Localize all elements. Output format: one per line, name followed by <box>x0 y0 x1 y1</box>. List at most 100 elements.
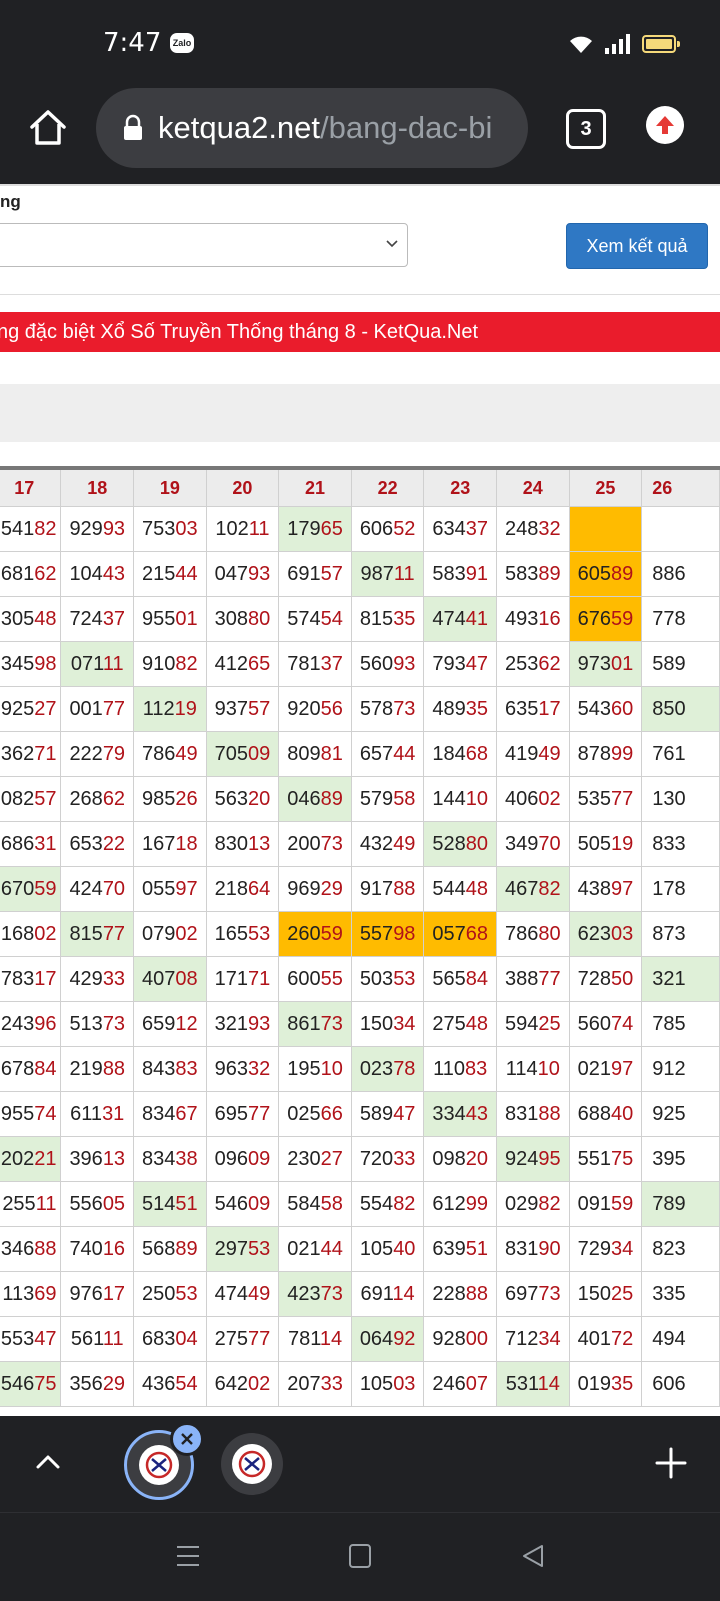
result-cell: 79347 <box>423 641 498 687</box>
result-cell: 92527 <box>0 686 62 732</box>
view-results-button[interactable]: Xem kết quả <box>566 223 708 269</box>
result-cell: 55605 <box>60 1181 135 1227</box>
form-label: ng <box>0 192 21 211</box>
result-cell: 15025 <box>568 1271 643 1317</box>
table-row: 67059 42470 05597 21864 96929 91788 54448 46782… <box>0 866 720 912</box>
result-cell: 92056 <box>278 686 352 732</box>
result-cell: 38877 <box>496 956 570 1002</box>
result-cell: 55482 <box>350 1181 425 1227</box>
result-cell: 05768 <box>423 911 498 957</box>
result-cell: 78317 <box>0 956 62 1002</box>
result-cell: 61131 <box>60 1091 135 1137</box>
table-row: 67884 21988 84383 96332 19510 02378 11083 11410… <box>0 1046 720 1092</box>
result-cell: 52880 <box>423 821 498 867</box>
result-cell: 92993 <box>60 506 135 552</box>
result-cell: 78680 <box>496 911 570 957</box>
result-cell: 83438 <box>133 1136 207 1182</box>
result-cell: 873 <box>641 911 720 957</box>
nav-menu-icon[interactable] <box>176 1543 200 1569</box>
result-cell: 42373 <box>278 1271 352 1317</box>
home-icon[interactable] <box>26 106 70 150</box>
result-cell: 833 <box>641 821 720 867</box>
results-table-wrapper[interactable]: 17 18 19 20 21 22 23 24 25 26 54182 92993 75303 1021… <box>0 466 720 1407</box>
table-row: 54182 92993 75303 10211 17965 60652 63437 24832 <box>0 506 720 552</box>
result-cell: 92495 <box>496 1136 570 1182</box>
result-cell <box>641 506 720 552</box>
result-cell: 58391 <box>423 551 498 597</box>
result-cell: 69157 <box>278 551 352 597</box>
result-cell: 54675 <box>0 1361 62 1407</box>
tab-thumbnail[interactable] <box>221 1433 283 1495</box>
result-cell: 92800 <box>423 1316 498 1362</box>
address-bar[interactable]: ketqua2.net/bang-dac-bi <box>96 88 528 168</box>
result-cell: 24607 <box>423 1361 498 1407</box>
tab-switcher-icon[interactable]: 3 <box>566 109 606 149</box>
table-row: 92527 00177 11219 93757 92056 57873 48935 63517… <box>0 686 720 732</box>
result-cell: 04793 <box>205 551 280 597</box>
result-cell: 56320 <box>205 776 280 822</box>
result-cell: 22888 <box>423 1271 498 1317</box>
status-bar: 7:47 Zalo <box>0 0 720 88</box>
result-cell: 64202 <box>205 1361 280 1407</box>
result-cell: 56889 <box>133 1226 207 1272</box>
day-header-24: 24 <box>496 466 570 507</box>
result-cell: 02566 <box>278 1091 352 1137</box>
result-cell: 65744 <box>350 731 425 777</box>
result-cell: 32193 <box>205 1001 280 1047</box>
navigation-bar <box>0 1512 720 1601</box>
chevron-up-icon[interactable] <box>34 1448 62 1476</box>
result-cell: 83467 <box>133 1091 207 1137</box>
result-cell: 20733 <box>278 1361 352 1407</box>
result-cell: 01935 <box>568 1361 643 1407</box>
result-cell: 67884 <box>0 1046 62 1092</box>
result-cell: 925 <box>641 1091 720 1137</box>
result-cell: 56074 <box>568 1001 643 1047</box>
result-cell: 72437 <box>60 596 135 642</box>
result-cell: 93757 <box>205 686 280 732</box>
result-cell: 41265 <box>205 641 280 687</box>
result-cell: 26059 <box>278 911 352 957</box>
status-time: 7:47 <box>103 28 162 58</box>
result-cell: 68631 <box>0 821 62 867</box>
result-cell: 47449 <box>205 1271 280 1317</box>
result-cell: 30880 <box>205 596 280 642</box>
result-cell: 98711 <box>350 551 425 597</box>
result-cell: 78137 <box>278 641 352 687</box>
result-cell: 29753 <box>205 1226 280 1272</box>
day-header-19: 19 <box>133 466 207 507</box>
plus-icon[interactable] <box>654 1446 688 1480</box>
result-cell: 06492 <box>350 1316 425 1362</box>
result-cell: 72033 <box>350 1136 425 1182</box>
update-icon[interactable] <box>646 106 684 144</box>
nav-home-icon[interactable] <box>349 1544 371 1568</box>
result-cell: 96332 <box>205 1046 280 1092</box>
result-cell: 96929 <box>278 866 352 912</box>
month-select[interactable] <box>0 223 408 267</box>
result-cell: 00177 <box>60 686 135 732</box>
day-header-17: 17 <box>0 466 62 507</box>
table-row: 11369 97617 25053 47449 42373 69114 22888 69773… <box>0 1271 720 1317</box>
result-cell: 46782 <box>496 866 570 912</box>
grey-strip <box>0 384 720 442</box>
result-cell: 17171 <box>205 956 280 1002</box>
close-icon[interactable] <box>170 1422 204 1456</box>
result-cell: 57454 <box>278 596 352 642</box>
result-cell: 20221 <box>0 1136 62 1182</box>
result-cell: 68840 <box>568 1091 643 1137</box>
result-cell: 395 <box>641 1136 720 1182</box>
result-cell: 65912 <box>133 1001 207 1047</box>
result-cell: 67059 <box>0 866 62 912</box>
result-cell: 69773 <box>496 1271 570 1317</box>
result-cell <box>568 506 643 552</box>
result-cell: 75303 <box>133 506 207 552</box>
result-cell: 43897 <box>568 866 643 912</box>
nav-back-icon[interactable] <box>520 1543 546 1569</box>
result-cell: 80981 <box>278 731 352 777</box>
result-cell: 83013 <box>205 821 280 867</box>
result-cell: 39613 <box>60 1136 135 1182</box>
result-cell: 61299 <box>423 1181 498 1227</box>
result-cell: 97301 <box>568 641 643 687</box>
result-cell: 25362 <box>496 641 570 687</box>
result-cell: 30548 <box>0 596 62 642</box>
result-cell: 08257 <box>0 776 62 822</box>
